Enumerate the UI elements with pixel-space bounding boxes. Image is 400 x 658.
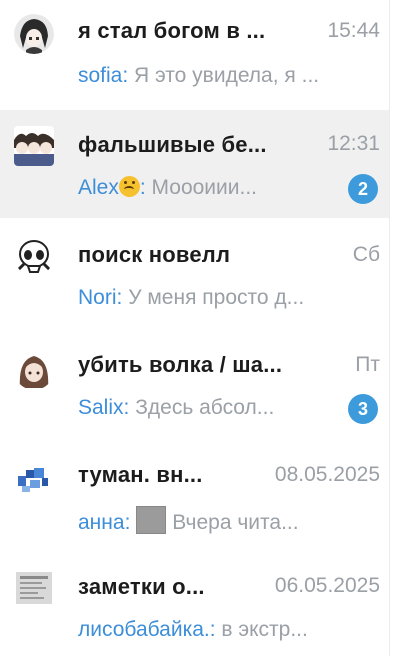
message-preview: анна: Вчера чита...	[78, 506, 378, 535]
unread-badge: 3	[348, 394, 378, 424]
chat-list: я стал богом в ... 15:44 sofia: Я это ув…	[0, 0, 390, 656]
chat-item-1[interactable]: фальшивые бе... 12:31 Alex: Моооиии... 2	[0, 110, 390, 218]
cartoon-skull-avatar	[14, 236, 54, 276]
upside-down-face-emoji	[118, 176, 140, 197]
sender-name: Salix	[78, 396, 124, 419]
sender-name: лисобабайка.	[78, 618, 210, 641]
preview-text: Вчера чита...	[172, 511, 299, 534]
brown-hair-girl-avatar	[14, 350, 54, 390]
message-preview: sofia: Я это увидела, я ...	[78, 64, 378, 88]
group-characters-avatar	[14, 126, 54, 166]
preview-text: Я это увидела, я ...	[134, 64, 320, 87]
sender-separator: :	[123, 396, 136, 419]
chat-item-0[interactable]: я стал богом в ... 15:44 sofia: Я это ув…	[0, 0, 390, 108]
chat-time: Пт	[355, 353, 380, 376]
message-preview: Alex: Моооиии...	[78, 176, 328, 200]
sender-name: sofia	[78, 64, 123, 87]
preview-text: Моооиии...	[151, 176, 257, 199]
sender-separator: :	[209, 618, 222, 641]
sender-separator: :	[139, 176, 152, 199]
message-preview: лисобабайка.: в экстр...	[78, 618, 378, 642]
media-thumbnail-icon	[136, 506, 167, 534]
sender-separator: :	[122, 64, 135, 87]
chat-item-3[interactable]: убить волка / ша... Пт Salix: Здесь абсо…	[0, 330, 390, 438]
sender-name: Alex	[78, 176, 119, 199]
chat-title: я стал богом в ...	[78, 18, 266, 43]
unread-badge: 2	[348, 174, 378, 204]
chat-title: туман. вн...	[78, 462, 203, 487]
scrollbar-track[interactable]	[389, 0, 400, 656]
preview-text: Здесь абсол...	[135, 396, 275, 419]
sender-separator: :	[124, 511, 137, 534]
chat-title: убить волка / ша...	[78, 352, 283, 377]
chat-time: 15:44	[327, 19, 380, 42]
chat-title: заметки о...	[78, 574, 205, 599]
chat-item-4[interactable]: туман. вн... 08.05.2025 анна: Вчера чита…	[0, 440, 390, 548]
chat-item-5[interactable]: заметки о... 06.05.2025 лисобабайка.: в …	[0, 550, 390, 658]
sender-name: Nori	[78, 286, 117, 309]
document-scan-avatar	[14, 568, 54, 608]
chat-item-2[interactable]: поиск новелл Сб Nori: У меня просто д...	[0, 220, 390, 328]
anime-girl-avatar	[14, 14, 54, 54]
message-preview: Salix: Здесь абсол...	[78, 396, 328, 420]
preview-text: в экстр...	[221, 618, 308, 641]
chat-time: 12:31	[327, 132, 380, 155]
blue-pixel-avatar	[14, 460, 54, 500]
message-preview: Nori: У меня просто д...	[78, 286, 378, 310]
chat-title: фальшивые бе...	[78, 132, 267, 157]
chat-time: 06.05.2025	[274, 574, 380, 597]
preview-text: У меня просто д...	[128, 286, 305, 309]
chat-time: 08.05.2025	[274, 463, 380, 486]
chat-time: Сб	[352, 243, 380, 266]
sender-name: анна	[78, 511, 125, 534]
chat-title: поиск новелл	[78, 242, 231, 267]
sender-separator: :	[116, 286, 129, 309]
